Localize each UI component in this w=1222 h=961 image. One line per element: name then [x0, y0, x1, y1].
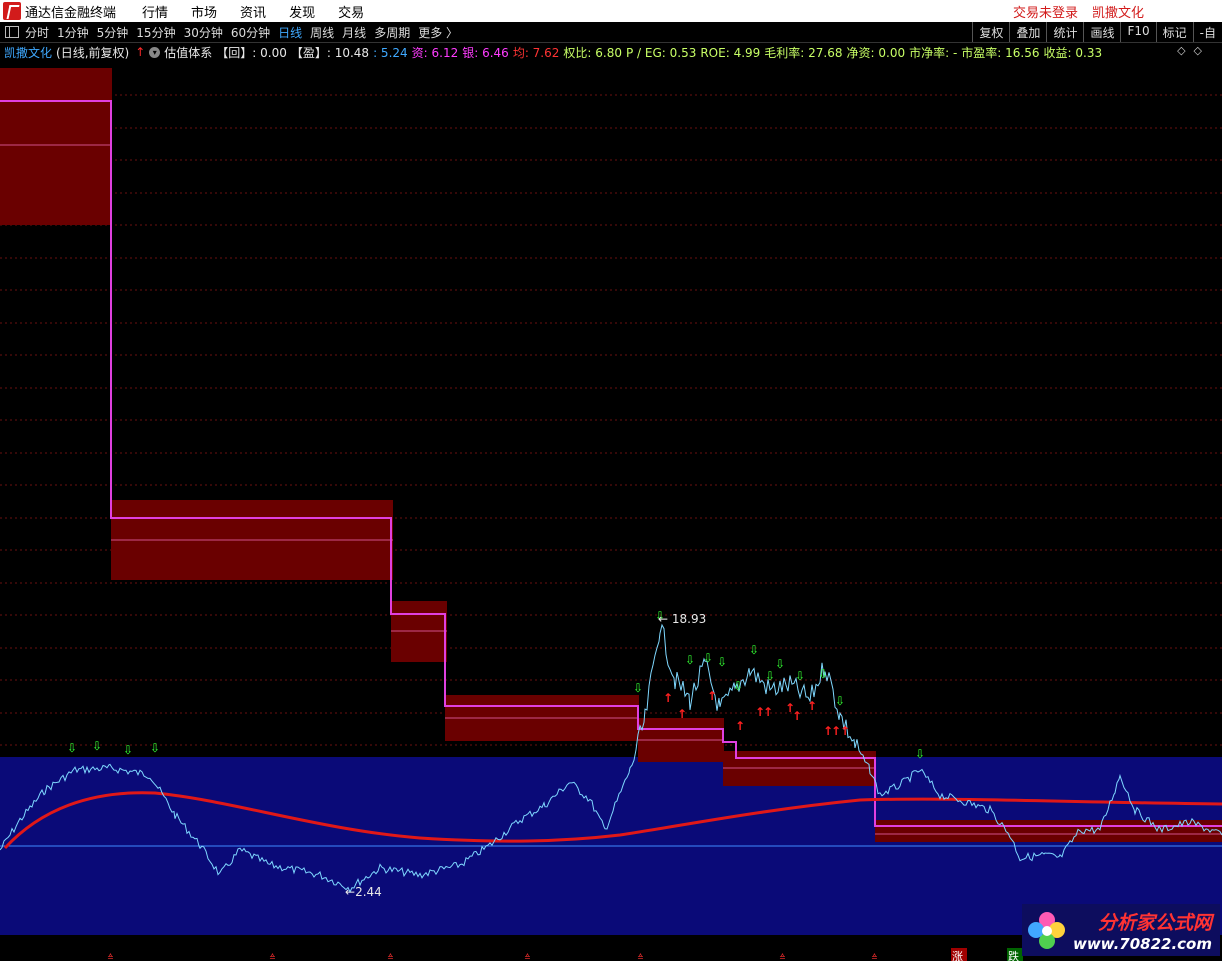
- indicator-value-12: 市盈率: 16.56: [961, 45, 1040, 60]
- stock-name-label[interactable]: 凯撒文化: [4, 44, 52, 61]
- sell-signal-icon: ↑: [663, 691, 673, 705]
- indicator-value-9: 毛利率: 27.68: [764, 45, 843, 60]
- buy-signal-icon: ⇩: [835, 694, 845, 708]
- buy-signal-icon: ⇩: [818, 667, 828, 681]
- indicator-value-6: 权比: 6.80: [563, 45, 622, 60]
- indicator-value-1: 【盈】: 10.48: [290, 45, 370, 60]
- sell-signal-icon: ↑: [763, 705, 773, 719]
- valuation-box: [875, 820, 1222, 842]
- bottom-signal-mark: ≙: [637, 953, 644, 961]
- buy-signal-icon: ⇩: [92, 739, 102, 753]
- buy-signal-icon: ⇩: [685, 653, 695, 667]
- sell-signal-icon: ↑: [707, 689, 717, 703]
- watermark-url: www.70822.com: [1072, 934, 1212, 953]
- buy-signal-icon: ⇩: [150, 741, 160, 755]
- indicator-value-3: 资: 6.12: [411, 45, 459, 60]
- indicator-name[interactable]: 估值体系: [164, 44, 212, 61]
- indicator-value-0: 【回】: 0.00: [216, 45, 287, 60]
- valuation-box: [0, 68, 112, 225]
- bottom-signal-mark: ≙: [524, 953, 531, 961]
- indicator-value-8: ROE: 4.99: [700, 45, 761, 60]
- indicator-value-7: P / EG: 0.53: [625, 45, 697, 60]
- bottom-signal-mark: ≙: [269, 953, 276, 961]
- bottom-signal-marks: ≙ ≙ ≙ ≙ ≙ ≙ ≙: [107, 953, 878, 961]
- watermark-name: 分析家公式网: [1097, 911, 1212, 934]
- buy-signal-icon: ⇩: [775, 657, 785, 671]
- bottom-signal-mark: ≙: [387, 953, 394, 961]
- buy-signal-icon: ⇩: [123, 743, 133, 757]
- flower-logo-icon: [1028, 912, 1065, 949]
- buy-signal-icon: ⇩: [915, 747, 925, 761]
- sell-signal-icon: ↑: [677, 707, 687, 721]
- chart-mode-label: (日线,前复权): [56, 45, 130, 60]
- sell-signal-icon: ↑: [792, 709, 802, 723]
- bottom-down-label: 跌: [1008, 949, 1019, 961]
- buy-signal-icon: ⇩: [765, 669, 775, 683]
- buy-signal-icon: ⇩: [703, 651, 713, 665]
- buy-signal-icon: ⇩: [749, 643, 759, 657]
- up-arrow-icon: ↑: [135, 45, 146, 59]
- price-chart[interactable]: ⇩ ⇩ ⇩ ⇩⇩⇩⇩ ⇩ ⇩⇩⇩⇩⇩⇩ ⇩⇩⇩↑↑↑↑↑↑ ↑↑↑↑↑↑ ≙ ≙ ≙ ≙ ≙ ≙ ≙ ← …: [0, 0, 1222, 961]
- indicator-value-13: 收益: 0.33: [1043, 45, 1103, 60]
- bottom-signal-mark: ≙: [107, 953, 114, 961]
- indicator-value-2: : 5.24: [373, 45, 408, 60]
- indicator-value-11: 市净率: -: [909, 45, 958, 60]
- chevron-down-icon[interactable]: ▾: [149, 46, 161, 58]
- buy-signal-icon: ⇩: [67, 741, 77, 755]
- bottom-signal-mark: ≙: [871, 953, 878, 961]
- buy-signal-icon: ⇩: [717, 655, 727, 669]
- sell-signal-icon: ↑: [840, 724, 850, 738]
- bottom-signal-mark: ≙: [779, 953, 786, 961]
- buy-signal-icon: ⇩: [795, 669, 805, 683]
- bottom-up-label: 涨: [952, 950, 963, 961]
- buy-signal-icon: ⇩: [633, 681, 643, 695]
- diamond-icon[interactable]: ◇◇: [1177, 44, 1210, 57]
- valuation-boxes: [0, 68, 1222, 842]
- indicator-value-5: 均: 7.62: [512, 45, 560, 60]
- sell-signal-icon: ↑: [735, 719, 745, 733]
- chart-gridlines: [0, 94, 1222, 746]
- low-price-label: ←2.44: [345, 885, 382, 899]
- indicator-value-10: 净资: 0.00: [846, 45, 906, 60]
- indicator-value-4: 银: 6.46: [462, 45, 509, 60]
- high-price-label: ← 18.93: [658, 612, 706, 626]
- buy-signal-icon: ⇩: [733, 679, 743, 693]
- sell-signal-icon: ↑: [807, 699, 817, 713]
- indicator-info-bar: 凯撒文化 (日线,前复权) ↑ ▾ 估值体系 【回】: 0.00 【盈】: 10.…: [0, 43, 1222, 61]
- indicator-values: 【回】: 0.00 【盈】: 10.48: 5.24 资: 6.12 银: 6.46 均…: [216, 44, 1106, 61]
- watermark-logo: 分析家公式网 www.70822.com: [1022, 904, 1220, 956]
